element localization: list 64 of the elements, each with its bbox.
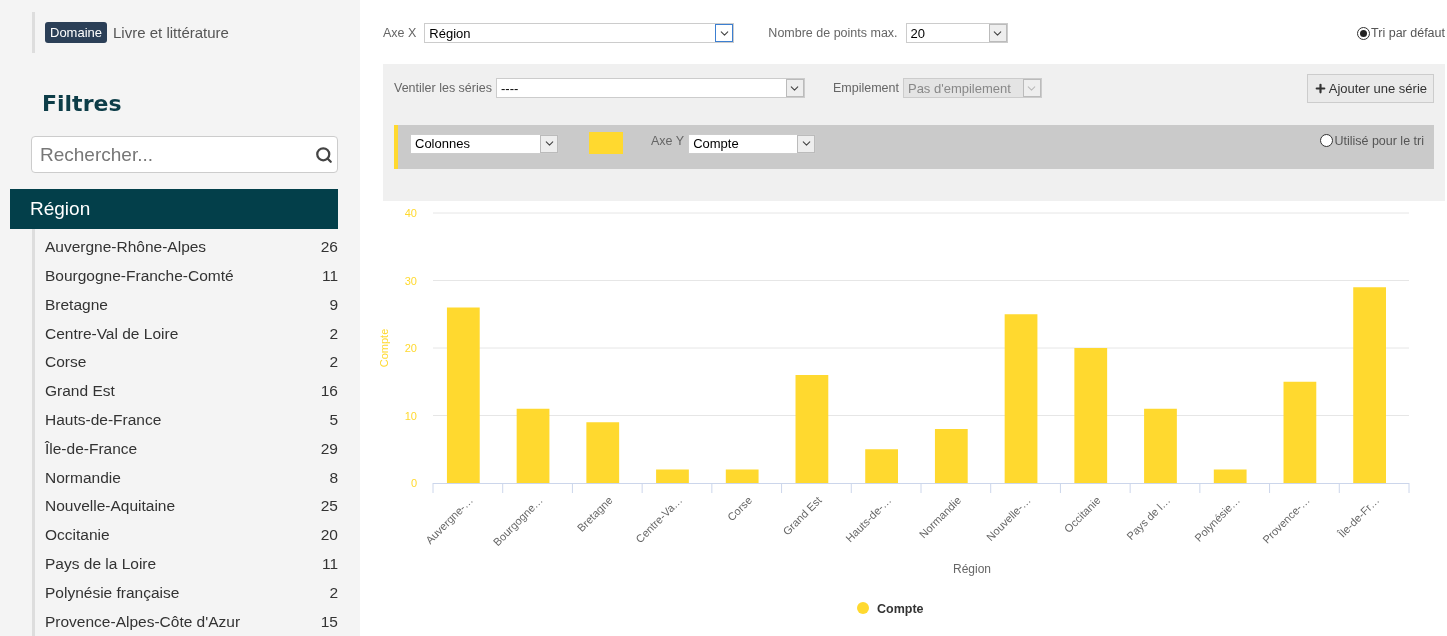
y-axis-select[interactable]: Compte [688,133,817,154]
bar [725,469,759,483]
facet-item[interactable]: Pays de la Loire [45,555,157,573]
breakdown-label: Ventiler les séries [394,81,492,96]
facet-count: 8 [329,468,338,487]
stacking-label: Empilement [832,81,899,96]
y-tick-label: 0 [410,477,417,489]
facet-count: 2 [329,353,338,372]
facet-item[interactable]: Occitanie [45,526,110,545]
facet-count: 26 [320,238,338,257]
y-axis-title: Compte [378,328,390,368]
facet-item[interactable]: Île-de-France [45,439,138,458]
facet-item[interactable]: Hauts-de-France [45,411,162,429]
domain-tag: Domaine [45,22,108,43]
domain-value: Livre et littérature [113,24,229,41]
search-input[interactable]: Rechercher... [38,142,315,167]
filters-title: Filtres [42,91,123,116]
search-field[interactable]: Rechercher... [31,136,338,174]
facet-item[interactable]: Bourgogne-Franche-Comté [45,267,234,286]
facet-count: 2 [329,324,338,343]
facet-count: 2 [329,583,338,602]
bar [934,429,968,483]
facet-count: 29 [320,439,338,458]
facet-item[interactable]: Auvergne-Rhône-Alpes [45,238,207,257]
facet-count: 20 [320,526,338,545]
y-axis-label: Axe Y [651,133,685,148]
facet-count: 16 [320,382,338,401]
facet-item[interactable]: Polynésie française [45,583,180,602]
bar [586,422,620,483]
facet-item[interactable]: Provence-Alpes-Côte d'Azur [45,612,241,631]
series-color-swatch[interactable] [589,131,623,154]
facet-item[interactable]: Corse [45,353,87,372]
y-tick-label: 30 [404,274,417,287]
legend-label[interactable]: Compte [877,602,924,616]
bar [1213,469,1247,483]
x-axis-select[interactable]: Région [424,23,735,44]
facet-item[interactable]: Normandie [45,468,121,487]
max-points-label: Nombre de points max. [768,26,898,41]
facet-item[interactable]: Nouvelle-Aquitaine [45,497,176,516]
x-axis-title: Région [953,562,991,576]
facet-item[interactable]: Grand Est [45,382,115,401]
x-axis-label: Axe X [383,26,417,41]
facet-count: 9 [329,295,338,314]
facet-item[interactable]: Bretagne [45,295,108,314]
default-sort-radio[interactable]: Tri par défaut [1357,26,1445,41]
add-series-button[interactable]: Ajouter une série [1306,73,1434,103]
facet-count: 11 [321,267,338,286]
facet-count: 5 [329,411,338,429]
y-tick-label: 40 [404,207,417,219]
plus-icon [1313,81,1327,95]
bar [865,449,898,483]
series-type-select[interactable]: Colonnes [410,133,559,154]
max-points-select[interactable]: 20 [905,23,1008,44]
facet-count: 15 [320,612,338,631]
facet-item[interactable]: Centre-Val de Loire [45,324,179,343]
facet-count: 11 [321,555,338,573]
facet-header[interactable]: Région [10,189,338,229]
facet-count: 25 [320,497,338,516]
breakdown-select[interactable]: ---- [495,78,805,99]
search-icon [315,145,333,164]
y-tick-label: 10 [404,409,417,422]
bar [656,469,689,483]
y-tick-label: 20 [404,342,417,354]
sort-radio[interactable]: Utilisé pour le tri [1320,133,1424,148]
